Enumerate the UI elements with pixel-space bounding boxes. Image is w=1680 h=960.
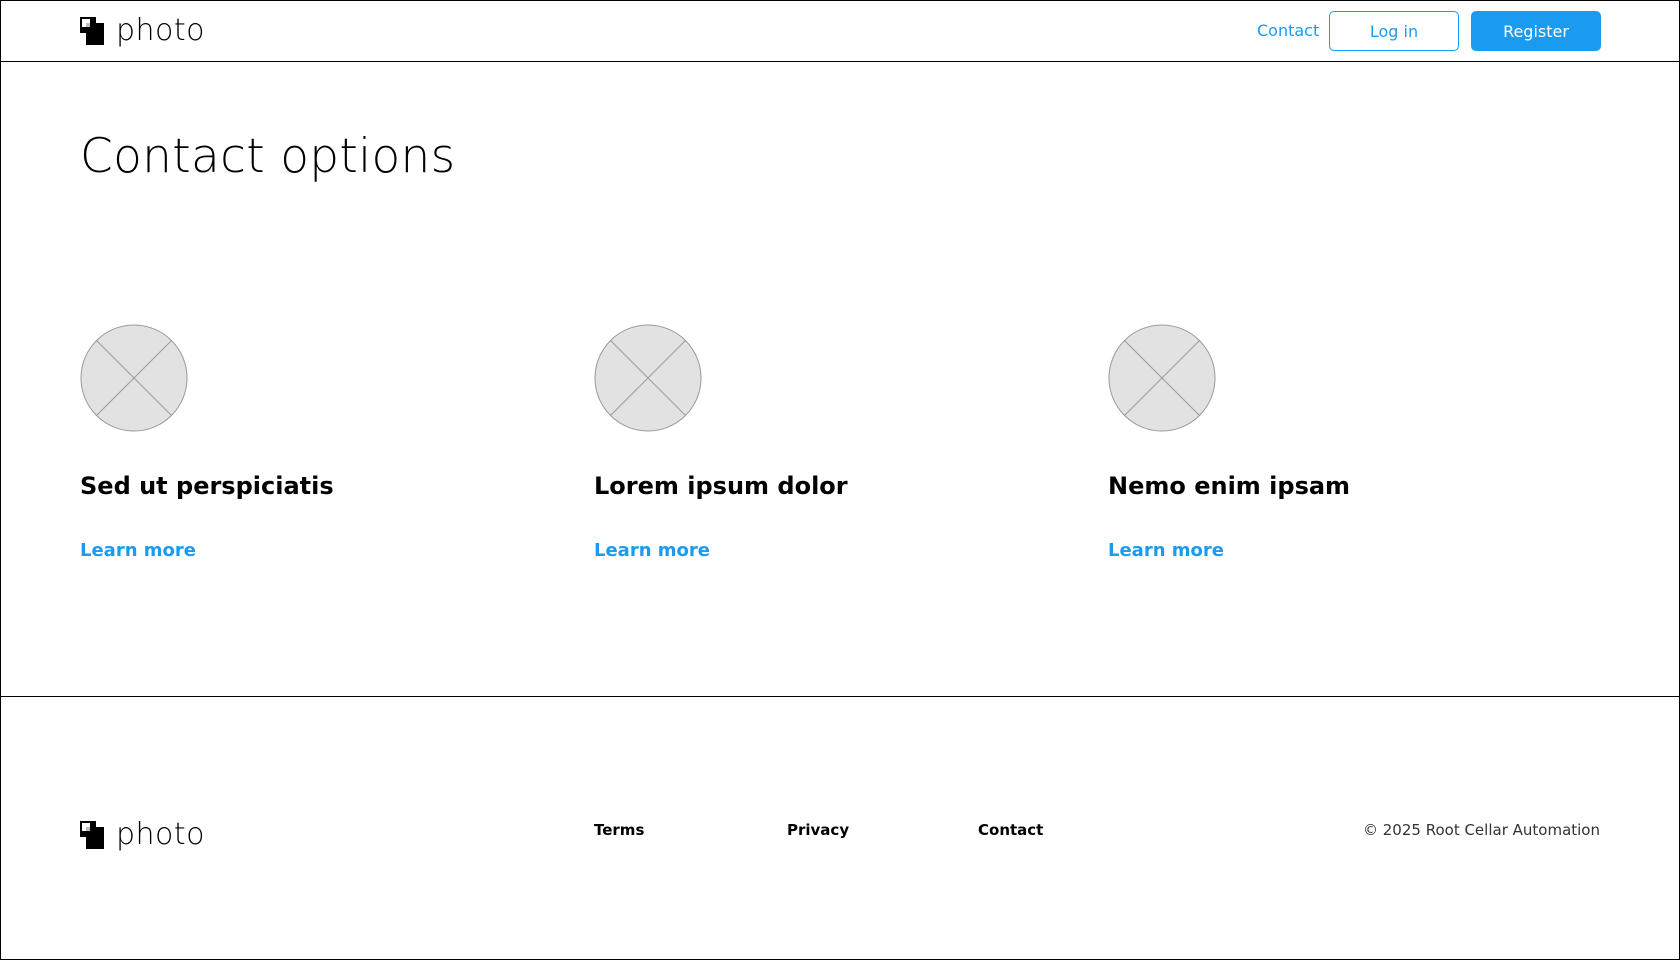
contact-option-card: Sed ut perspiciatis Learn more <box>80 324 500 561</box>
learn-more-link[interactable]: Learn more <box>80 540 196 561</box>
logo-text: photo <box>116 13 206 48</box>
site-header: photo Contact Log in Register <box>1 1 1679 62</box>
learn-more-link[interactable]: Learn more <box>594 540 710 561</box>
contact-option-card: Lorem ipsum dolor Learn more <box>594 324 1014 561</box>
copyright-text: © 2025 Root Cellar Automation <box>1363 821 1600 839</box>
learn-more-link[interactable]: Learn more <box>1108 540 1224 561</box>
card-title: Sed ut perspiciatis <box>80 472 334 500</box>
nav-contact-link[interactable]: Contact <box>1257 19 1319 43</box>
footer-link-contact[interactable]: Contact <box>978 821 1043 839</box>
site-footer: photo Terms Privacy Contact © 2025 Root … <box>1 696 1679 960</box>
card-title: Lorem ipsum dolor <box>594 472 848 500</box>
header-logo[interactable]: photo <box>80 16 205 46</box>
footer-logo[interactable]: photo <box>80 820 205 850</box>
contact-option-card: Nemo enim ipsam Learn more <box>1108 324 1528 561</box>
footer-link-privacy[interactable]: Privacy <box>787 821 849 839</box>
page: photo Contact Log in Register Contact op… <box>0 0 1680 960</box>
login-button[interactable]: Log in <box>1329 11 1459 51</box>
logo-mark-icon <box>80 821 104 849</box>
page-title: Contact options <box>80 129 456 184</box>
logo-mark-icon <box>80 17 104 45</box>
register-button[interactable]: Register <box>1471 11 1601 51</box>
card-title: Nemo enim ipsam <box>1108 472 1351 500</box>
image-placeholder-icon <box>80 324 188 432</box>
footer-link-terms[interactable]: Terms <box>594 821 644 839</box>
image-placeholder-icon <box>594 324 702 432</box>
image-placeholder-icon <box>1108 324 1216 432</box>
logo-text: photo <box>116 817 206 852</box>
